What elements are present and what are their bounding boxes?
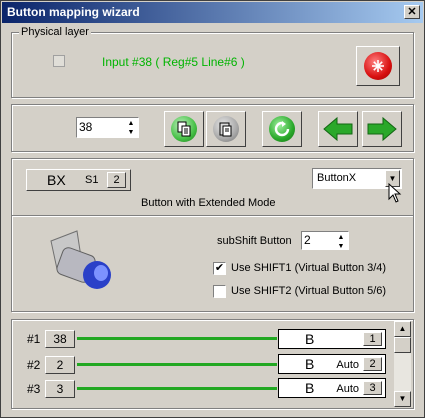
mode-indicator[interactable]: BX S1 2 <box>26 169 131 191</box>
shift2-checkbox[interactable] <box>213 285 226 298</box>
index-value: 38 <box>79 120 93 134</box>
mode-shift-label: S1 <box>85 174 99 186</box>
rows-scrollbar[interactable]: ▲ ▼ <box>394 321 411 407</box>
title-bar: Button mapping wizard ✕ <box>2 2 423 23</box>
row-assignment-number: 2 <box>363 357 382 371</box>
row-connector-line <box>77 337 277 340</box>
stop-icon <box>364 52 392 80</box>
index-spinner[interactable]: 38 ▲ ▼ <box>76 117 139 138</box>
row-assignment[interactable]: B Auto 3 <box>278 378 386 398</box>
arrow-left-icon <box>323 116 353 142</box>
row-connector-line <box>77 387 277 390</box>
row-button-number[interactable]: 3 <box>45 380 75 398</box>
physical-layer-legend: Physical layer <box>19 26 91 38</box>
type-select-value: ButtonX <box>317 172 357 184</box>
subshift-arrows-icon[interactable]: ▲ ▼ <box>336 233 346 251</box>
row-assignment-number: 3 <box>363 381 382 395</box>
close-button[interactable]: ✕ <box>404 5 420 19</box>
row-assignment[interactable]: B Auto 2 <box>278 354 386 374</box>
row-button-number[interactable]: 2 <box>45 356 75 374</box>
stop-button[interactable] <box>356 46 400 86</box>
spinner-arrows-icon[interactable]: ▲ ▼ <box>126 119 136 137</box>
row-button-number[interactable]: 38 <box>45 330 75 348</box>
copy-button[interactable] <box>164 111 204 147</box>
row-assignment-letter: B <box>305 356 315 372</box>
paste-icon <box>213 116 239 142</box>
scroll-thumb[interactable] <box>394 337 411 353</box>
arrow-right-icon <box>367 116 397 142</box>
row-label: #2 <box>27 358 41 372</box>
row-assignment-letter: B <box>305 380 315 396</box>
scroll-up-icon[interactable]: ▲ <box>394 321 411 337</box>
wizard-window: Button mapping wizard ✕ Physical layer I… <box>0 0 425 418</box>
physical-input-text: Input #38 ( Reg#5 Line#6 ) <box>102 55 245 69</box>
refresh-icon <box>269 116 295 142</box>
row-assignment-number: 1 <box>363 332 382 346</box>
scroll-down-icon[interactable]: ▼ <box>394 391 411 407</box>
row-assignment[interactable]: B 1 <box>278 329 386 349</box>
subshift-spinner[interactable]: 2 ▲ ▼ <box>301 231 349 250</box>
row-auto-label: Auto <box>336 359 359 371</box>
copy-icon <box>171 116 197 142</box>
mode-description: Button with Extended Mode <box>141 197 276 209</box>
mode-main-label: BX <box>47 172 66 188</box>
row-auto-label: Auto <box>336 383 359 395</box>
mapping-divider <box>12 215 413 216</box>
physical-indicator <box>53 55 65 67</box>
row-label: #3 <box>27 382 41 396</box>
refresh-button[interactable] <box>262 111 302 147</box>
subshift-value: 2 <box>304 233 311 247</box>
shift1-checkbox[interactable]: ✔ <box>213 262 226 275</box>
row-connector-line <box>77 363 277 366</box>
row-label: #1 <box>27 332 41 346</box>
shift2-label: Use SHIFT2 (Virtual Button 5/6) <box>231 285 387 297</box>
paste-button[interactable] <box>206 111 246 147</box>
row-assignment-letter: B <box>305 331 315 347</box>
shift1-label: Use SHIFT1 (Virtual Button 3/4) <box>231 262 387 274</box>
push-button-image-icon <box>50 230 111 289</box>
mode-number: 2 <box>107 172 126 188</box>
window-title: Button mapping wizard <box>7 5 140 19</box>
previous-button[interactable] <box>318 111 358 147</box>
mouse-cursor-icon <box>388 183 402 203</box>
subshift-label: subShift Button <box>217 235 292 247</box>
next-button[interactable] <box>362 111 402 147</box>
